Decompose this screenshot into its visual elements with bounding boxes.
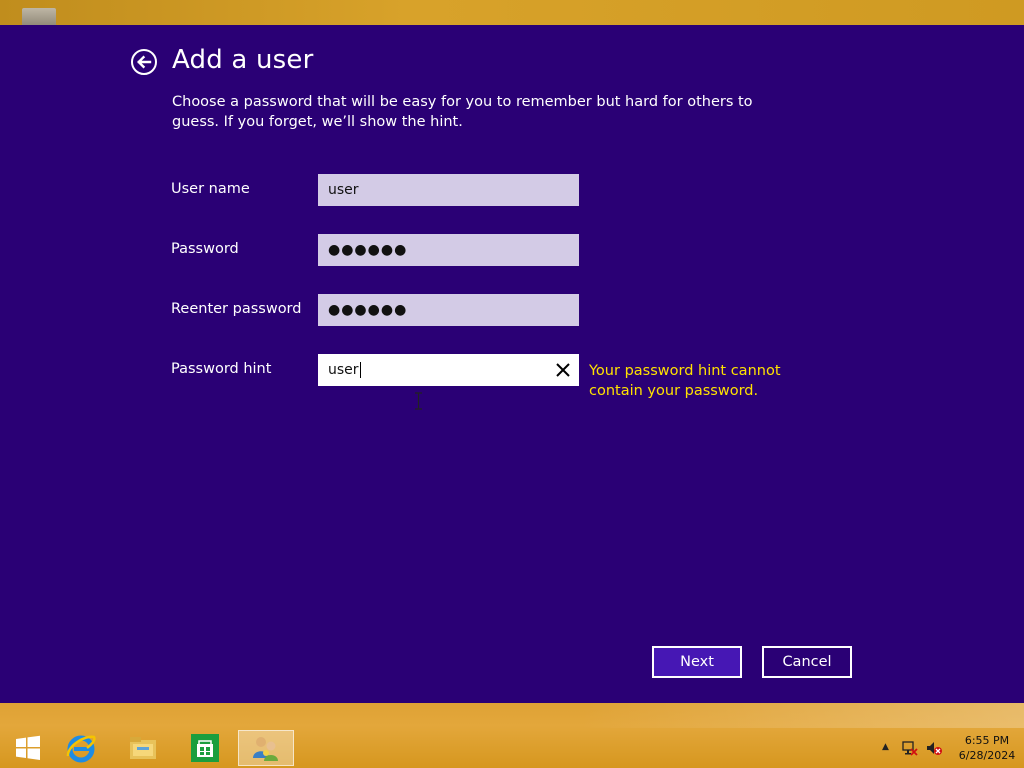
page-description: Choose a password that will be easy for … [172,94,753,130]
next-button[interactable]: Next [652,646,742,678]
password-input[interactable]: ●●●●●● [318,234,579,266]
taskbar-glass [580,703,1024,728]
password-hint-label: Password hint [171,361,272,377]
volume-muted-icon[interactable] [926,740,942,756]
taskbar-clock[interactable]: 6:55 PM 6/28/2024 [954,733,1020,763]
password-hint-error: Your password hint cannot contain your p… [589,363,781,399]
file-explorer-icon [130,737,156,759]
password-hint-input[interactable]: user [318,354,579,386]
taskbar-store[interactable] [177,730,233,766]
password-label: Password [171,241,239,257]
page-title: Add a user [172,45,314,75]
cancel-button[interactable]: Cancel [762,646,852,678]
clock-date: 6/28/2024 [958,749,1016,762]
taskbar-bar: ▲ 6:55 PM 6/28/2024 [0,728,1024,768]
taskbar-internet-explorer[interactable] [53,730,109,766]
username-input[interactable]: user [318,174,579,206]
password-hint-value: user [328,362,359,378]
password-masked-value: ●●●●●● [328,242,408,258]
desktop-icon[interactable] [22,8,56,25]
clear-text-button[interactable] [553,360,573,380]
reenter-password-label: Reenter password [171,301,302,317]
close-icon [556,363,570,377]
start-button[interactable] [0,730,56,766]
start-icon [16,735,40,760]
username-label: User name [171,181,250,197]
taskbar-file-explorer[interactable] [115,730,171,766]
taskbar: ▲ 6:55 PM 6/28/2024 [0,703,1024,768]
add-user-window: Add a user Choose a password that will b… [0,25,1024,703]
ibeam-cursor-icon [415,392,422,410]
network-icon[interactable] [902,740,918,756]
system-tray: ▲ 6:55 PM 6/28/2024 [864,728,1024,768]
show-hidden-icons-icon[interactable]: ▲ [882,742,889,752]
taskbar-user-accounts[interactable] [238,730,294,766]
internet-explorer-icon [66,735,96,763]
clock-time: 6:55 PM [964,734,1010,747]
user-accounts-icon [253,737,278,761]
reenter-password-input[interactable]: ●●●●●● [318,294,579,326]
reenter-password-masked-value: ●●●●●● [328,302,408,318]
desktop-background [0,0,1024,25]
username-value: user [328,182,359,198]
back-button[interactable] [131,49,157,75]
store-icon [191,734,219,762]
text-caret [359,362,361,378]
back-arrow-icon [137,55,152,69]
